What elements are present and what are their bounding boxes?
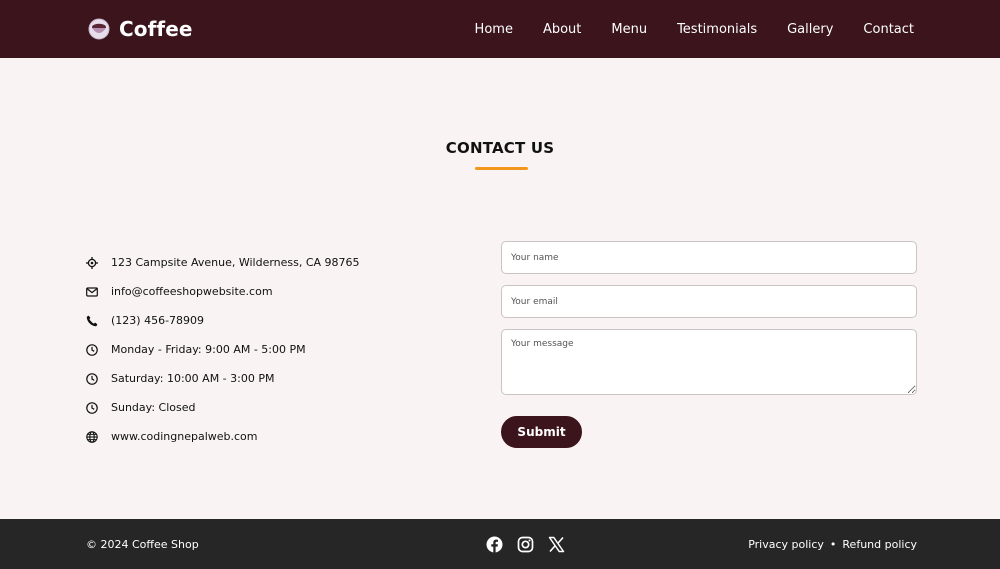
clock-icon: [86, 401, 98, 414]
nav-link-about[interactable]: About: [543, 22, 581, 37]
nav-menu: Home About Menu Testimonials Gallery Con…: [475, 22, 914, 37]
contact-info-list: 123 Campsite Avenue, Wilderness, CA 9876…: [86, 248, 360, 451]
contact-form: Submit: [501, 241, 917, 448]
section-title: CONTACT US: [445, 139, 555, 157]
nav-link-testimonials[interactable]: Testimonials: [677, 22, 757, 37]
refund-policy-link[interactable]: Refund policy: [842, 538, 917, 551]
contact-info-text: Saturday: 10:00 AM - 3:00 PM: [111, 372, 275, 385]
contact-info-address: 123 Campsite Avenue, Wilderness, CA 9876…: [86, 248, 360, 277]
name-input[interactable]: [501, 241, 917, 274]
instagram-icon: [517, 536, 534, 552]
nav-link-menu[interactable]: Menu: [611, 22, 647, 37]
contact-info-text: Monday - Friday: 9:00 AM - 5:00 PM: [111, 343, 306, 356]
message-textarea[interactable]: [501, 329, 917, 395]
copyright-text: © 2024 Coffee Shop: [86, 537, 199, 551]
contact-info-email: info@coffeeshopwebsite.com: [86, 277, 360, 306]
policy-links: Privacy policy • Refund policy: [717, 538, 917, 551]
policy-separator: •: [829, 537, 837, 551]
contact-info-text: 123 Campsite Avenue, Wilderness, CA 9876…: [111, 256, 360, 269]
submit-button[interactable]: Submit: [501, 416, 582, 448]
nav-link-contact[interactable]: Contact: [863, 22, 914, 37]
privacy-policy-link[interactable]: Privacy policy: [748, 538, 824, 551]
phone-icon: [86, 315, 98, 326]
email-icon: [86, 286, 98, 297]
contact-info-hours-sunday: Sunday: Closed: [86, 393, 360, 422]
nav-link-gallery[interactable]: Gallery: [787, 22, 833, 37]
contact-info-website: www.codingnepalweb.com: [86, 422, 360, 451]
instagram-link[interactable]: [517, 536, 534, 553]
globe-icon: [86, 430, 98, 443]
nav-link-home[interactable]: Home: [475, 22, 513, 37]
contact-info-text: (123) 456-78909: [111, 314, 205, 327]
facebook-icon: [486, 536, 503, 553]
location-icon: [86, 256, 98, 269]
contact-info-phone: (123) 456-78909: [86, 306, 360, 335]
facebook-link[interactable]: [486, 536, 503, 553]
contact-info-text: www.codingnepalweb.com: [111, 430, 258, 443]
x-icon: [548, 536, 565, 552]
clock-icon: [86, 343, 98, 356]
brand-link[interactable]: Coffee: [88, 17, 193, 41]
contact-info-text: info@coffeeshopwebsite.com: [111, 285, 273, 298]
x-link[interactable]: [548, 536, 565, 553]
coffee-cup-icon: [88, 18, 110, 40]
footer: © 2024 Coffee Shop Privacy policy • Refu…: [0, 519, 1000, 569]
social-links: [486, 536, 565, 553]
title-underline: [475, 167, 528, 170]
email-input[interactable]: [501, 285, 917, 318]
clock-icon: [86, 372, 98, 385]
brand-name: Coffee: [119, 17, 193, 41]
navbar: Coffee Home About Menu Testimonials Gall…: [0, 0, 1000, 58]
contact-info-hours-saturday: Saturday: 10:00 AM - 3:00 PM: [86, 364, 360, 393]
contact-info-text: Sunday: Closed: [111, 401, 196, 414]
contact-info-hours-weekday: Monday - Friday: 9:00 AM - 5:00 PM: [86, 335, 360, 364]
